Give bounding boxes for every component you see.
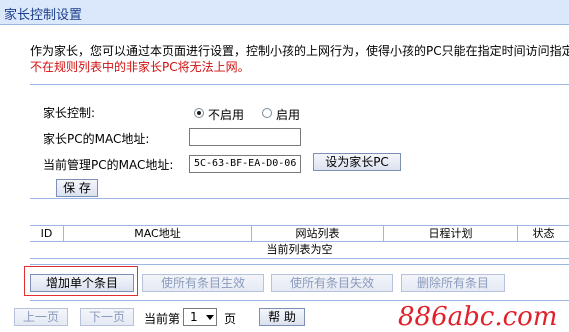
page-prefix: 当前第 <box>144 312 181 326</box>
table-header: ID MAC地址 网站列表 日程计划 状态 <box>30 225 569 242</box>
divider <box>30 300 569 301</box>
add-entry-button[interactable]: 增加单个条目 <box>30 274 134 292</box>
delete-all-button[interactable]: 删除所有条目 <box>401 274 505 292</box>
radio-disable-label: 不启用 <box>208 108 245 122</box>
chevron-down-icon <box>204 309 216 325</box>
radio-enable[interactable] <box>262 108 272 118</box>
divider <box>30 198 569 199</box>
parent-mac-input[interactable] <box>189 128 301 146</box>
col-schedule: 日程计划 <box>384 226 518 241</box>
col-status: 状态 <box>532 227 555 240</box>
title-bar: 家长控制设置 <box>0 0 569 25</box>
enable-all-button[interactable]: 使所有条目生效 <box>142 274 264 292</box>
table-row: 当前列表为空 <box>30 242 569 259</box>
help-button[interactable]: 帮 助 <box>259 308 305 326</box>
col-sites: 网站列表 <box>252 226 384 241</box>
col-mac: MAC地址 <box>64 226 252 241</box>
page-title: 家长控制设置 <box>4 8 83 23</box>
save-button[interactable]: 保 存 <box>56 179 98 197</box>
current-mac-input[interactable]: 5C-63-BF-EA-D0-06 <box>189 155 301 173</box>
watermark-logo: 886abc.com <box>398 302 558 332</box>
divider <box>30 84 569 85</box>
radio-enable-label: 启用 <box>276 108 301 122</box>
page-suffix: 页 <box>224 312 237 326</box>
warning-text: 不在规则列表中的非家长PC将无法上网。 <box>30 60 250 74</box>
page-select-value: 1 <box>190 310 198 324</box>
current-mac-label: 当前管理PC的MAC地址: <box>43 158 174 172</box>
empty-message: 当前列表为空 <box>266 243 333 256</box>
description-text: 作为家长，您可以通过本页面进行设置，控制小孩的上网行为，使得小孩的PC只能在指定… <box>30 44 569 58</box>
parental-control-label: 家长控制: <box>43 106 96 120</box>
col-id: ID <box>30 226 64 241</box>
prev-page-button[interactable]: 上一页 <box>14 308 68 326</box>
disable-all-button[interactable]: 使所有条目失效 <box>271 274 393 292</box>
divider <box>30 264 569 265</box>
parent-mac-label: 家长PC的MAC地址: <box>43 132 150 146</box>
set-parent-pc-button[interactable]: 设为家长PC <box>313 153 401 171</box>
page-select[interactable]: 1 <box>183 308 217 326</box>
radio-disable[interactable] <box>194 108 204 118</box>
next-page-button[interactable]: 下一页 <box>80 308 134 326</box>
